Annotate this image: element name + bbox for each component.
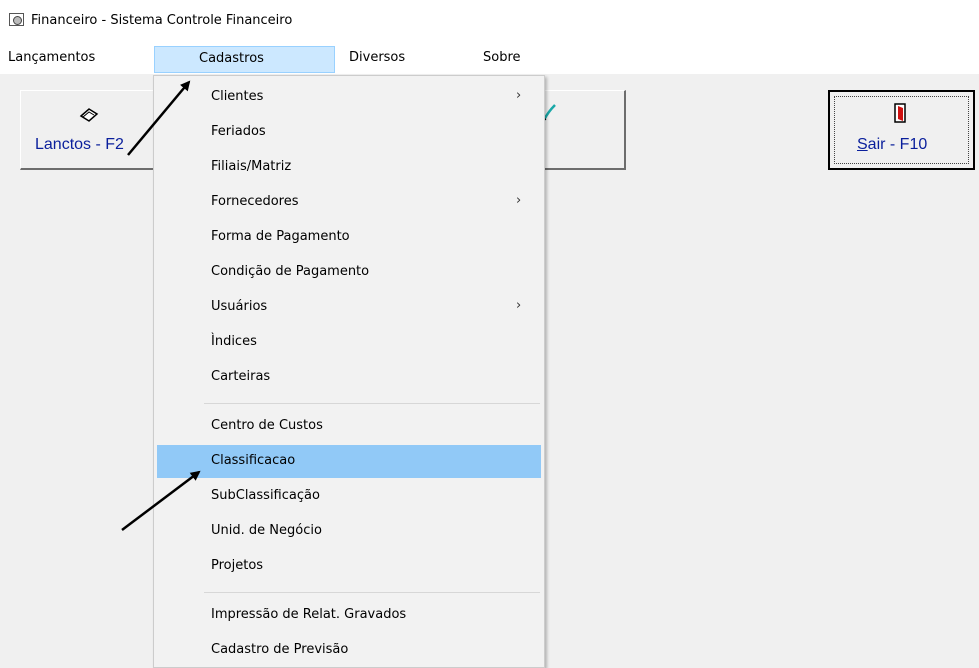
menu-item-label: Forma de Pagamento	[211, 229, 350, 244]
submenu-arrow-icon: ›	[516, 193, 522, 208]
menu-separator	[204, 403, 540, 404]
menu-item-condicao-de-pagamento[interactable]: Condição de Pagamento	[157, 256, 541, 289]
menu-item-label: Unid. de Negócio	[211, 523, 322, 538]
menu-item-filiais-matriz[interactable]: Filiais/Matriz	[157, 151, 541, 184]
submenu-arrow-icon: ›	[516, 298, 522, 313]
lanctos-button[interactable]: Lanctos - F2	[20, 90, 165, 170]
menu-item-centro-de-custos[interactable]: Centro de Custos	[157, 410, 541, 443]
menu-item-label: Classificacao	[211, 453, 296, 468]
menu-item-label: Filiais/Matriz	[211, 159, 292, 174]
sair-label: Sair - F10	[857, 136, 928, 153]
menu-item-label: Feriados	[211, 124, 266, 139]
book-icon	[79, 108, 99, 122]
menu-sobre[interactable]: Sobre	[483, 50, 521, 65]
menu-item-label: Fornecedores	[211, 194, 299, 209]
menu-item-label: Projetos	[211, 558, 264, 573]
exit-door-icon	[894, 103, 906, 123]
sair-button[interactable]: Sair - F10	[828, 90, 975, 170]
menu-item-label: Cadastro de Previsão	[211, 642, 349, 657]
menu-item-cadastro-de-previsao[interactable]: Cadastro de Previsão	[157, 634, 541, 667]
menu-item-impressao-relat-gravados[interactable]: Impressão de Relat. Gravados	[157, 599, 541, 632]
menu-item-label: Carteiras	[211, 369, 271, 384]
menu-item-classificacao[interactable]: Classificacao	[157, 445, 541, 478]
menu-item-label: Impressão de Relat. Gravados	[211, 607, 407, 622]
cadastros-dropdown: Clientes › Feriados Filiais/Matriz Forne…	[153, 75, 545, 668]
menu-item-label: Condição de Pagamento	[211, 264, 370, 279]
menu-item-forma-de-pagamento[interactable]: Forma de Pagamento	[157, 221, 541, 254]
lanctos-label: Lanctos - F2	[35, 136, 124, 153]
menu-item-projetos[interactable]: Projetos	[157, 550, 541, 583]
menu-separator	[204, 592, 540, 593]
menu-item-clientes[interactable]: Clientes ›	[157, 81, 541, 114]
menu-cadastros[interactable]: Cadastros	[154, 46, 335, 73]
menu-item-label: Clientes	[211, 89, 264, 104]
menu-item-fornecedores[interactable]: Fornecedores ›	[157, 186, 541, 219]
menu-item-usuarios[interactable]: Usuários ›	[157, 291, 541, 324]
menu-lancamentos[interactable]: Lançamentos	[8, 50, 95, 65]
menu-item-label: Usuários	[211, 299, 268, 314]
submenu-arrow-icon: ›	[516, 88, 522, 103]
menu-item-subclassificacao[interactable]: SubClassificação	[157, 480, 541, 513]
app-window-icon[interactable]	[9, 13, 24, 26]
menu-item-carteiras[interactable]: Carteiras	[157, 361, 541, 394]
menu-diversos[interactable]: Diversos	[349, 50, 405, 65]
menu-item-feriados[interactable]: Feriados	[157, 116, 541, 149]
menu-item-unid-de-negocio[interactable]: Unid. de Negócio	[157, 515, 541, 548]
menu-bar: Lançamentos Cadastros Diversos Sobre	[0, 44, 979, 74]
window-title: Financeiro - Sistema Controle Financeiro	[31, 13, 293, 28]
menu-cadastros-label: Cadastros	[199, 51, 264, 66]
menu-item-indices[interactable]: Ìndices	[157, 326, 541, 359]
title-bar: Financeiro - Sistema Controle Financeiro	[0, 0, 979, 44]
menu-item-label: SubClassificação	[211, 488, 320, 503]
menu-item-label: Ìndices	[211, 334, 257, 349]
menu-item-label: Centro de Custos	[211, 418, 323, 433]
